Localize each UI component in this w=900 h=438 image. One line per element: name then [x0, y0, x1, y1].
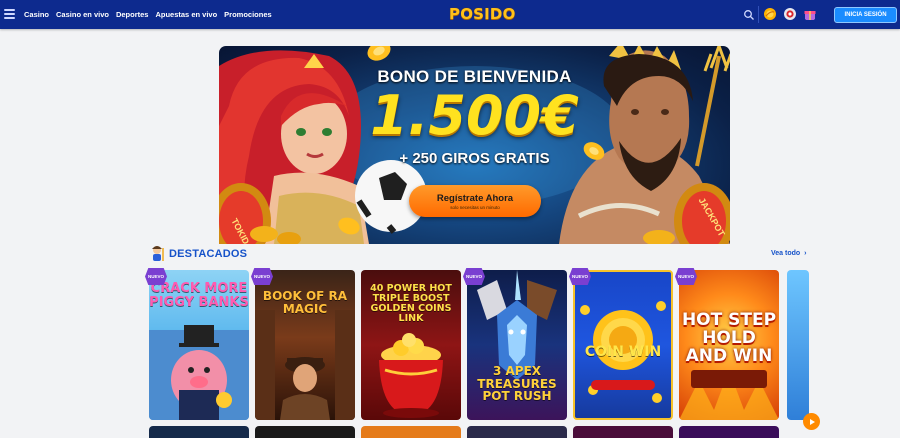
game-title: HOT STEP HOLD AND WIN: [681, 310, 777, 366]
game-title: CRACK MORE PIGGY BANKS: [149, 281, 249, 310]
register-button-label: Regístrate Ahora: [436, 192, 514, 204]
nav-casino[interactable]: Casino: [24, 10, 49, 19]
header-divider: [758, 6, 759, 23]
search-icon[interactable]: [742, 8, 756, 22]
coin-icon[interactable]: [763, 7, 777, 21]
new-badge: NUEVO: [251, 268, 273, 285]
gift-icon[interactable]: [803, 7, 817, 21]
game-title: 40 POWER HOT TRIPLE BOOST GOLDEN COINS L…: [370, 283, 452, 324]
game-card-row2[interactable]: [467, 426, 567, 438]
login-button[interactable]: INICIA SESIÓN: [834, 7, 897, 23]
game-card[interactable]: HOT STEP HOLD AND WIN: [679, 270, 779, 420]
register-button-sublabel: solo necesitas un minuto: [450, 204, 500, 210]
play-icon[interactable]: [803, 413, 820, 430]
game-card-row2[interactable]: [361, 426, 461, 438]
game-card-row2[interactable]: [149, 426, 249, 438]
section-title: DESTACADOS: [169, 248, 248, 260]
game-title: COIN WIN: [584, 344, 662, 360]
nav-live-betting[interactable]: Apuestas en vivo: [155, 10, 217, 19]
new-badge: NUEVO: [675, 268, 697, 285]
view-all-link[interactable]: Vea todo ›: [771, 250, 806, 257]
game-card-row2[interactable]: [573, 426, 673, 438]
trident-mascot-icon: [152, 246, 164, 261]
game-card-row2[interactable]: [255, 426, 355, 438]
game-title: BOOK OF RA MAGIC: [262, 289, 348, 316]
welcome-bonus-banner[interactable]: TOKIDAL JACKPOT BONO DE BIENVENIDA 1.500…: [219, 46, 730, 244]
new-badge: NUEVO: [569, 268, 591, 285]
nav-promotions[interactable]: Promociones: [224, 10, 272, 19]
game-card[interactable]: BOOK OF RA MAGIC: [255, 270, 355, 420]
top-header: Casino Casino en vivo Deportes Apuestas …: [0, 0, 900, 29]
main-nav: Casino Casino en vivo Deportes Apuestas …: [24, 0, 279, 29]
register-button[interactable]: Regístrate Ahora solo necesitas un minut…: [409, 185, 541, 217]
chevron-right-icon: ›: [804, 250, 807, 257]
game-card[interactable]: 3 APEX TREASURES POT RUSH: [467, 270, 567, 420]
banner-free-spins: + 250 GIROS GRATIS: [399, 150, 550, 167]
site-logo[interactable]: POSIDO: [449, 5, 516, 23]
game-card-row2[interactable]: [679, 426, 779, 438]
game-card-partial[interactable]: [787, 270, 809, 420]
game-card[interactable]: CRACK MORE PIGGY BANKS: [149, 270, 249, 420]
banner-bonus-amount: 1.500€: [370, 84, 579, 147]
view-all-label: Vea todo: [771, 250, 801, 257]
new-badge: NUEVO: [145, 268, 167, 285]
game-card[interactable]: COIN WIN: [573, 270, 673, 420]
nav-sports[interactable]: Deportes: [116, 10, 149, 19]
chip-icon[interactable]: [783, 7, 797, 21]
menu-icon[interactable]: [4, 9, 15, 19]
new-badge: NUEVO: [463, 268, 485, 285]
nav-live-casino[interactable]: Casino en vivo: [56, 10, 109, 19]
game-title: 3 APEX TREASURES POT RUSH: [477, 364, 557, 404]
game-card[interactable]: 40 POWER HOT TRIPLE BOOST GOLDEN COINS L…: [361, 270, 461, 420]
